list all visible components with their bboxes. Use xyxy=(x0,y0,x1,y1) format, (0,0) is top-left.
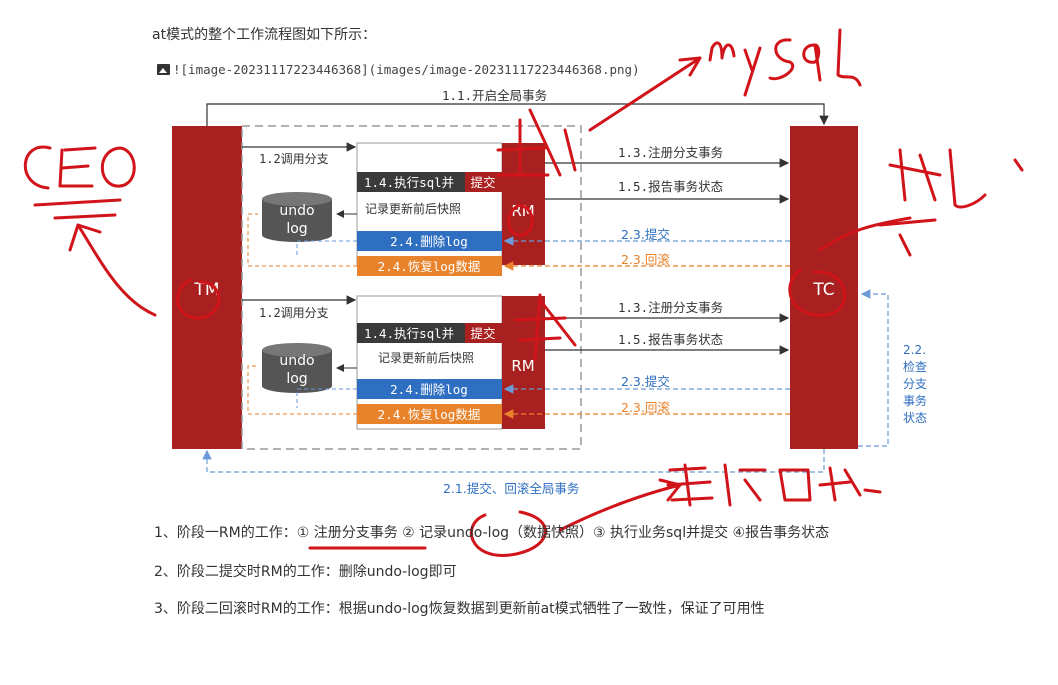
lower-undo-label-2: log xyxy=(286,371,307,387)
lower-branch: RM 1.2调用分支 1.4.执行sql并 提交 记录更新前后快照 2.4.删除… xyxy=(242,295,790,430)
ink-tc-glyph xyxy=(878,148,1024,257)
check-label-5: 状态 xyxy=(903,411,927,425)
upper-undo-label-1: undo xyxy=(279,203,314,219)
lower-commit-label: 2.3.提交 xyxy=(621,374,670,389)
lower-exec-sql-label: 1.4.执行sql并 xyxy=(364,326,454,341)
lower-undo-log-db-icon: undo log xyxy=(262,343,332,393)
upper-snapshot-label: 记录更新前后快照 xyxy=(365,201,461,216)
lower-register-label: 1.3.注册分支事务 xyxy=(618,300,723,315)
ink-ceo xyxy=(23,145,136,190)
upper-delete-log-label: 2.4.删除log xyxy=(390,234,468,249)
check-label-1: 2.2. xyxy=(903,343,926,357)
check-label-3: 分支 xyxy=(903,377,927,391)
ink-bottom-glyph xyxy=(666,463,882,507)
upper-commit-label: 2.3.提交 xyxy=(621,227,670,242)
upper-delete-to-db-arrow xyxy=(296,240,357,258)
lower-call-branch-label: 1.2调用分支 xyxy=(259,306,329,320)
ink-mysql xyxy=(708,28,862,97)
lower-report-label: 1.5.报告事务状态 xyxy=(618,332,723,347)
lower-restore-log-label: 2.4.恢复log数据 xyxy=(378,407,481,422)
begin-global-tx-label: 1.1.开启全局事务 xyxy=(442,88,547,103)
lower-rollback-label: 2.3.回滚 xyxy=(621,400,670,415)
list-item-1: 1、阶段一RM的工作：① 注册分支事务 ② 记录undo-log（数据快照）③ … xyxy=(154,525,830,541)
upper-restore-log-label: 2.4.恢复log数据 xyxy=(378,259,481,274)
ink-tm-arrow xyxy=(68,223,157,317)
upper-call-branch-label: 1.2调用分支 xyxy=(259,152,329,166)
upper-undo-label-2: log xyxy=(286,221,307,237)
check-label-2: 检查 xyxy=(903,359,927,374)
upper-report-label: 1.5.报告事务状态 xyxy=(618,179,723,194)
ink-arrow-to-mysql xyxy=(588,56,702,132)
begin-global-tx-arrow xyxy=(206,103,829,126)
list-item-2: 2、阶段二提交时RM的工作：删除undo-log即可 xyxy=(154,564,457,580)
tc-label: TC xyxy=(812,280,834,300)
lower-undo-label-1: undo xyxy=(279,353,314,369)
global-commit-rollback-label: 2.1.提交、回滚全局事务 xyxy=(443,481,579,496)
list-item-3: 3、阶段二回滚时RM的工作：根据undo-log恢复数据到更新前at模式牺牲了一… xyxy=(154,601,765,617)
upper-undo-log-db-icon: undo log xyxy=(262,192,332,242)
upper-rollback-label: 2.3.回滚 xyxy=(621,252,670,267)
upper-exec-sql-label: 1.4.执行sql并 xyxy=(364,175,454,190)
upper-exec-commit-label: 提交 xyxy=(470,175,495,190)
at-mode-flow-diagram: TM TC 1.1.开启全局事务 2.1.提交、回滚全局事务 2.2. 检查 分… xyxy=(23,28,1024,557)
check-branch-status-arrow xyxy=(858,289,889,447)
upper-branch: RM 1.2调用分支 1.4.执行sql并 提交 记录更新前后快照 2.4.删除… xyxy=(242,142,790,276)
lower-delete-log-label: 2.4.删除log xyxy=(390,382,468,397)
upper-register-label: 1.3.注册分支事务 xyxy=(618,145,723,160)
global-commit-rollback-arrow xyxy=(202,449,825,473)
lower-rm-label: RM xyxy=(511,357,534,375)
lower-snapshot-label: 记录更新前后快照 xyxy=(378,350,474,365)
check-label-4: 事务 xyxy=(903,393,927,408)
lower-exec-commit-label: 提交 xyxy=(470,326,495,341)
ink-ceo-underline xyxy=(33,198,122,220)
